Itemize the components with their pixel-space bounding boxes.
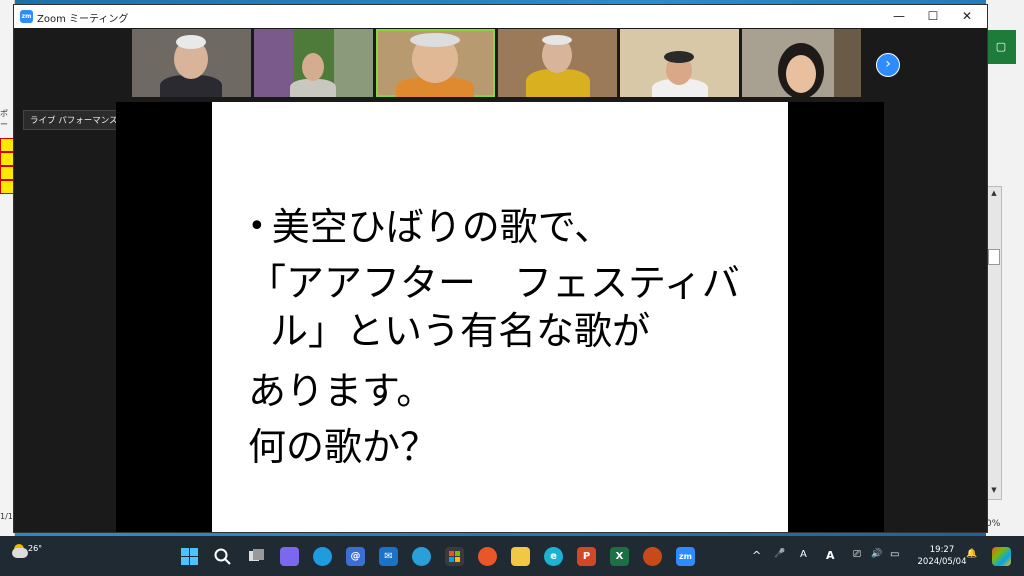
slide-body: • 美空ひばりの歌で、 「アアフター フェスティバ ル」という有名な歌が ありま…: [248, 199, 778, 475]
shared-slide: • 美空ひばりの歌で、 「アアフター フェスティバ ル」という有名な歌が ありま…: [212, 102, 788, 532]
zoom-app-icon: zm: [20, 10, 33, 23]
app-red-icon[interactable]: [478, 547, 497, 566]
background-app-right: ▢ ▲ ▼ 0%: [986, 0, 1024, 536]
task-view-icon[interactable]: [247, 547, 266, 566]
excel-icon[interactable]: X: [610, 547, 629, 566]
highlight-cell: [0, 138, 14, 152]
comment-icon[interactable]: ▢: [986, 30, 1016, 64]
microphone-icon[interactable]: 🎤: [774, 549, 785, 559]
next-page-button[interactable]: ›: [876, 53, 900, 77]
background-scrollbar[interactable]: ▲ ▼: [986, 186, 1002, 500]
participant-video-p4[interactable]: [498, 29, 617, 97]
participant-video-p3[interactable]: [376, 29, 495, 97]
bullet-icon: •: [248, 209, 266, 244]
background-page-label: 1/1: [0, 512, 13, 521]
edge-dev-icon[interactable]: e: [544, 547, 563, 566]
store-icon[interactable]: [445, 547, 464, 566]
battery-icon[interactable]: ▭: [890, 549, 899, 560]
notification-bell-icon[interactable]: 🔔: [966, 549, 977, 559]
slide-line-1: • 美空ひばりの歌で、: [248, 199, 778, 255]
zoom-percent: 0%: [986, 519, 1001, 529]
search-icon[interactable]: [213, 547, 232, 566]
file-explorer-icon[interactable]: [511, 547, 530, 566]
temperature: 26°: [28, 544, 43, 553]
app-flower-icon[interactable]: [643, 547, 662, 566]
scroll-up-icon[interactable]: ▲: [988, 188, 1000, 198]
browser-icon[interactable]: [412, 547, 431, 566]
chat-icon[interactable]: [280, 547, 299, 566]
tray-overflow-icon[interactable]: ^: [752, 549, 761, 562]
clock-time: 19:27: [929, 545, 955, 555]
slide-line-4: あります。: [248, 369, 435, 413]
network-icon[interactable]: ⎚: [853, 549, 861, 560]
slide-line-3: ル」という有名な歌が: [270, 309, 651, 353]
clock[interactable]: 19:27 2024/05/04: [912, 544, 972, 568]
start-icon[interactable]: [180, 547, 199, 566]
participant-video-p6[interactable]: [742, 29, 861, 97]
title-bar[interactable]: zm Zoom ミーティング — ☐ ✕: [14, 5, 987, 28]
participant-video-p5[interactable]: [620, 29, 739, 97]
window-title: Zoom ミーティング: [37, 14, 129, 25]
participant-video-p2[interactable]: [254, 29, 373, 97]
powerpoint-icon[interactable]: P: [577, 547, 596, 566]
taskbar: 26° @ ✉ e P X zm ^ 🎤 A A ⎚ 🔊 ▭ 19:27 202…: [0, 536, 1024, 576]
close-button[interactable]: ✕: [950, 5, 984, 28]
volume-icon[interactable]: 🔊: [871, 549, 882, 559]
highlight-cell: [0, 166, 14, 180]
zoom-window: zm Zoom ミーティング — ☐ ✕ › ライブ パフォーマンス オーディオ…: [13, 4, 988, 533]
background-label: ポー: [0, 109, 8, 129]
scroll-down-icon[interactable]: ▼: [988, 485, 1000, 495]
maximize-button[interactable]: ☐: [916, 5, 950, 28]
copilot-icon[interactable]: [992, 547, 1011, 566]
pen-icon[interactable]: A: [800, 549, 807, 560]
highlight-cell: [0, 180, 14, 194]
meeting-area: › ライブ パフォーマンス オーディオ: オフ • 美空ひばりの歌で、 「アアフ…: [14, 28, 987, 532]
scroll-thumb[interactable]: [988, 249, 1000, 265]
zoom-icon[interactable]: zm: [676, 547, 695, 566]
minimize-button[interactable]: —: [882, 5, 916, 28]
mail-at-icon[interactable]: @: [346, 547, 365, 566]
clock-date: 2024/05/04: [917, 557, 967, 567]
slide-line-5: 何の歌か？: [248, 425, 439, 469]
highlight-cell: [0, 152, 14, 166]
edge-icon[interactable]: [313, 547, 332, 566]
office-icon[interactable]: A: [826, 549, 835, 562]
mail-icon[interactable]: ✉: [379, 547, 398, 566]
participant-video-p1[interactable]: [132, 29, 251, 97]
